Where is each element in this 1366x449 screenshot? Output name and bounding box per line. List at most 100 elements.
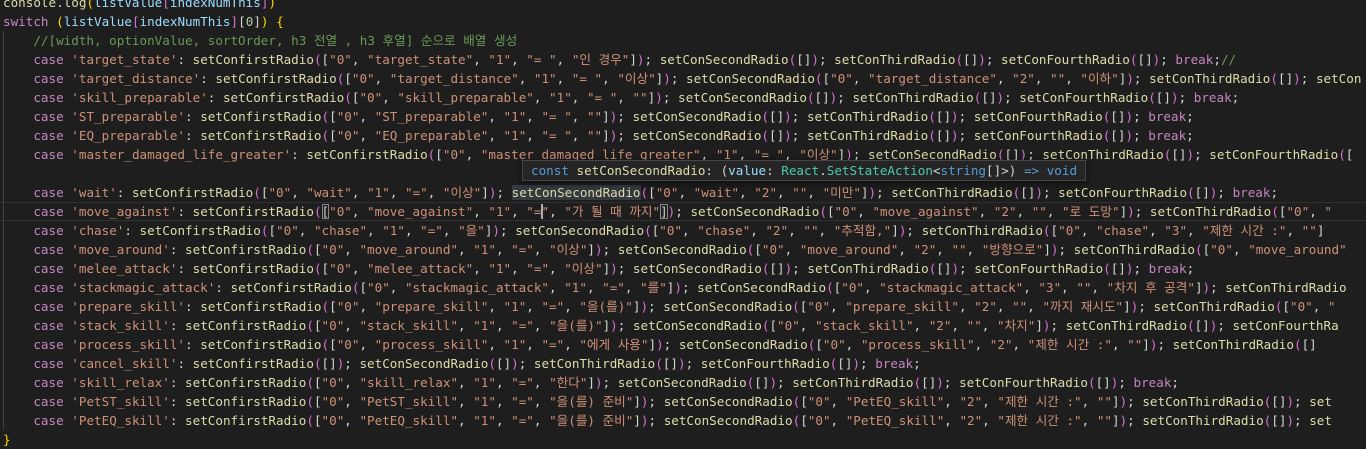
code-token: , [944, 413, 960, 428]
code-token: "prepare_skill" [374, 299, 489, 314]
code-token: ( [928, 128, 936, 143]
code-line[interactable]: case 'ST_preparable': setConfirstRadio([… [0, 107, 1366, 126]
code-line[interactable]: case 'stack_skill': setConfirstRadio(["0… [0, 316, 1366, 335]
code-line[interactable]: case 'skill_preparable': setConfirstRadi… [0, 88, 1366, 107]
code-token: , [981, 318, 997, 333]
code-token: ; [1160, 52, 1176, 67]
code-token: ) [784, 109, 792, 124]
code-token: setConfirstRadio [185, 394, 307, 409]
code-token: , [682, 223, 698, 238]
code-token: "1" [503, 128, 527, 143]
code-token: setConThirdRadio [1172, 337, 1294, 352]
code-token: [ [329, 128, 337, 143]
code-line[interactable]: case 'cancel_skill': setConfirstRadio([]… [0, 354, 1366, 373]
code-line[interactable]: case 'move_around': setConfirstRadio(["0… [0, 240, 1366, 259]
code-token: ( [814, 71, 823, 86]
code-token: ; [943, 375, 960, 390]
code-token: "0" [329, 52, 352, 67]
code-token: "0" [367, 280, 390, 295]
code-line[interactable]: case 'chase': setConfirstRadio(["0", "ch… [0, 221, 1366, 240]
code-token: "" [586, 128, 603, 143]
code-token: , [556, 71, 572, 86]
code-line[interactable]: case 'wait': setConfirstRadio(["0", "wai… [0, 183, 1366, 202]
code-token: , [495, 318, 512, 333]
code-token: "1" [503, 337, 527, 352]
code-token: "제한 시간 :" [1202, 223, 1287, 238]
code-line[interactable]: case 'target_state': setConfirstRadio(["… [0, 50, 1366, 69]
indent-guide [3, 240, 4, 259]
code-token: ( [655, 356, 663, 371]
code-line[interactable]: case 'melee_attack': setConfirstRadio(["… [0, 259, 1366, 278]
code-token: ; [617, 128, 633, 143]
code-token: , [1016, 204, 1032, 219]
code-line[interactable]: console.log(listValue[indexNumThis]) [0, 0, 1366, 12]
code-token: "0" [321, 375, 345, 390]
code-line[interactable]: case 'move_against': setConfirstRadio(["… [0, 202, 1366, 221]
code-token: set [1309, 413, 1332, 428]
code-token: []>) [986, 163, 1024, 178]
code-token: ; [617, 261, 633, 276]
code-token: : [124, 223, 140, 238]
code-line[interactable]: case 'EQ_preparable': setConfirstRadio([… [0, 126, 1366, 145]
code-token: , [1023, 280, 1039, 295]
code-token: ; [1133, 109, 1149, 124]
code-token: setConFourthRadio [1019, 90, 1149, 105]
code-token: ] [602, 109, 610, 124]
code-line[interactable]: case 'PetST_skill': setConfirstRadio(["0… [0, 392, 1366, 411]
code-token: "=" [541, 299, 565, 314]
code-token: ; [1217, 318, 1233, 333]
code-editor[interactable]: console.log(listValue[indexNumThis]) swit… [0, 0, 1366, 449]
code-token: [] [1095, 375, 1111, 390]
code-token: , [374, 71, 390, 86]
code-line[interactable]: case 'prepare_skill': setConfirstRadio([… [0, 297, 1366, 316]
code-token: "" [586, 109, 603, 124]
code-token: , [982, 394, 998, 409]
code-token: setConSecondRadio [632, 109, 762, 124]
code-token: case [33, 223, 64, 238]
code-token: "2" [974, 299, 997, 314]
code-token: 'move_against' [71, 204, 178, 219]
code-token: , [777, 185, 793, 200]
code-token: case [33, 128, 64, 143]
code-token: , [359, 109, 375, 124]
code-token: "0" [1290, 299, 1313, 314]
code-line[interactable]: case 'skill_relax': setConfirstRadio(["0… [0, 373, 1366, 392]
code-token: setConfirstRadio [192, 356, 314, 371]
code-token: setConFourthRadio [974, 261, 1104, 276]
code-token: setConThirdRadio [533, 356, 656, 371]
code-token: ) [1127, 204, 1135, 219]
code-token: [] [1194, 318, 1210, 333]
code-line[interactable]: switch (listValue[indexNumThis][0]) { [0, 12, 1366, 31]
code-token: 'target_distance' [71, 71, 201, 86]
code-token: , [442, 223, 459, 238]
code-line[interactable]: //[width, optionValue, sortOrder, h3 전열 … [0, 31, 1366, 50]
code-token: ] [1035, 318, 1043, 333]
code-token: setConThirdRadio [852, 90, 974, 105]
code-token: [ [1050, 223, 1059, 238]
code-token: setConfirstRadio [306, 147, 428, 162]
code-token: ( [1271, 204, 1279, 219]
code-token: ( [344, 90, 352, 105]
code-token: setConThirdRadio [891, 185, 1013, 200]
code-token: setConSecondRadio [576, 163, 706, 178]
code-token: setConThirdRadio [1225, 280, 1347, 295]
code-token: "= " [541, 109, 572, 124]
code-token: ; [1133, 261, 1149, 276]
code-line[interactable]: case 'PetEQ_skill': setConfirstRadio(["0… [0, 411, 1366, 430]
code-token: , [298, 223, 314, 238]
code-line[interactable]: case 'target_distance': setConfirstRadio… [0, 69, 1366, 88]
code-line[interactable]: } [0, 430, 1366, 449]
code-line[interactable]: case 'stackmagic_attack': setConfirstRad… [0, 278, 1366, 297]
code-token: "0" [268, 185, 292, 200]
code-token: "= " [586, 90, 618, 105]
code-token: ; [1004, 90, 1020, 105]
indent-guide [3, 221, 4, 240]
code-token: ( [1148, 90, 1156, 105]
code-token: setConfirstRadio [230, 280, 352, 295]
code-token: " [1324, 204, 1332, 219]
code-token: , [458, 413, 474, 428]
code-token: 'skill_relax' [71, 375, 170, 390]
code-token: , [1034, 71, 1051, 86]
code-token: "를" [640, 280, 667, 295]
code-line[interactable]: case 'process_skill': setConfirstRadio([… [0, 335, 1366, 354]
